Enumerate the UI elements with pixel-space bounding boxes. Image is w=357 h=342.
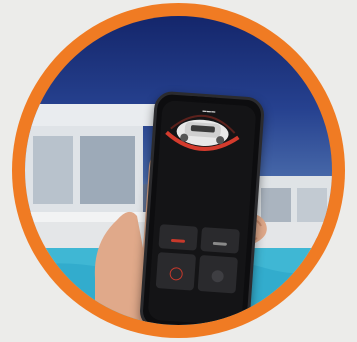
phone-notch [191,96,217,102]
photo-circle: ▬▬▬ [25,16,332,325]
status-tile[interactable] [158,224,199,251]
app-screen: ▬▬▬ [147,99,257,325]
circle-icon [211,269,225,283]
smartphone: ▬▬▬ [138,90,266,325]
robot-pool-cleaner-icon [165,114,240,151]
start-button[interactable] [197,254,238,294]
status-indicator [170,238,186,243]
power-button[interactable] [155,252,197,291]
power-icon [169,266,184,281]
mode-tile[interactable] [200,227,240,254]
mode-indicator [212,241,227,246]
